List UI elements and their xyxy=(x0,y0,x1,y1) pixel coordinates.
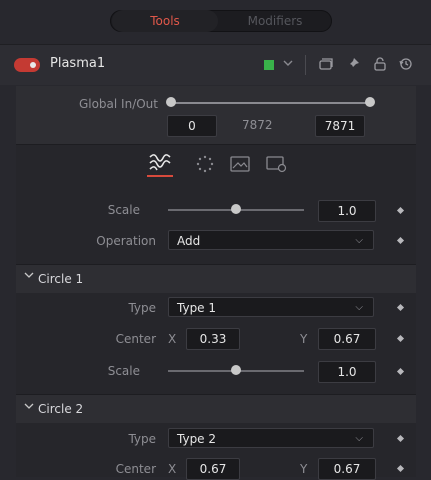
global-inout-range-track[interactable] xyxy=(171,102,371,104)
toggle-dot xyxy=(30,62,36,68)
image-icon[interactable] xyxy=(230,155,250,176)
chevron-down-icon: ⌵ xyxy=(355,235,363,246)
circle2-center-label: Center xyxy=(115,462,156,476)
circle2-section-header[interactable]: Circle 2 xyxy=(16,394,416,423)
circle1-y-field[interactable]: 0.67 xyxy=(318,328,376,350)
tab-modifiers[interactable]: Modifiers xyxy=(222,10,328,32)
tab-tools[interactable]: Tools xyxy=(112,10,218,32)
global-in-handle[interactable] xyxy=(166,97,176,107)
global-in-field[interactable]: 0 xyxy=(167,115,217,137)
lock-icon[interactable] xyxy=(372,56,388,76)
reset-icon[interactable] xyxy=(398,56,414,76)
circle1-type-value: Type 1 xyxy=(177,301,217,315)
node-name: Plasma1 xyxy=(50,56,106,71)
chevron-down-icon: ⌵ xyxy=(355,433,363,444)
scale-field[interactable]: 1.0 xyxy=(318,200,376,222)
circle1-x-field[interactable]: 0.33 xyxy=(186,328,240,350)
circle1-section-header[interactable]: Circle 1 xyxy=(16,264,416,293)
operation-value: Add xyxy=(177,234,201,248)
global-inout-section: Global In/Out 0 7872 7871 xyxy=(16,86,416,145)
scale-slider-handle[interactable] xyxy=(231,204,241,214)
circle2-x-label: X xyxy=(168,462,177,476)
circle1-scale-field[interactable]: 1.0 xyxy=(318,361,376,383)
circle2-title: Circle 2 xyxy=(38,402,84,416)
collapse-chevron-icon[interactable] xyxy=(24,270,34,283)
tool-tabs: Tools Modifiers xyxy=(110,10,332,32)
tab-bar: Tools Modifiers xyxy=(0,0,431,42)
global-center-value: 7872 xyxy=(242,118,273,132)
circle1-y-label: Y xyxy=(300,332,308,346)
global-inout-label: Global In/Out xyxy=(78,97,158,111)
scale-label: Scale xyxy=(107,203,140,217)
node-header: Plasma1 xyxy=(0,44,431,85)
chevron-down-icon[interactable] xyxy=(282,57,294,72)
operation-dropdown[interactable]: Add ⌵ xyxy=(168,230,374,250)
settings-icon[interactable] xyxy=(266,155,288,176)
node-enable-toggle[interactable] xyxy=(14,58,40,72)
circle1-scale-label: Scale xyxy=(107,364,140,378)
header-divider xyxy=(305,55,306,75)
global-out-handle[interactable] xyxy=(365,97,375,107)
node-color-chip[interactable] xyxy=(264,60,274,70)
circle1-center-label: Center xyxy=(115,332,156,346)
circle1-x-label: X xyxy=(168,332,177,346)
circle2-type-dropdown[interactable]: Type 2 ⌵ xyxy=(168,428,374,448)
waves-icon[interactable] xyxy=(149,154,171,175)
operation-label: Operation xyxy=(96,234,156,248)
chevron-down-icon: ⌵ xyxy=(355,302,363,313)
circle2-y-label: Y xyxy=(300,462,308,476)
circle1-type-label: Type xyxy=(128,301,156,315)
circle2-type-value: Type 2 xyxy=(177,432,217,446)
collapse-chevron-icon[interactable] xyxy=(24,400,34,414)
circle1-scale-slider-handle[interactable] xyxy=(231,365,241,375)
dots-icon[interactable] xyxy=(196,155,214,176)
circle2-type-label: Type xyxy=(128,432,156,446)
global-out-field[interactable]: 7871 xyxy=(315,115,365,137)
circle1-type-dropdown[interactable]: Type 1 ⌵ xyxy=(168,297,374,317)
copy-icon[interactable] xyxy=(318,56,334,76)
active-tab-underline xyxy=(147,175,173,177)
pin-icon[interactable] xyxy=(345,56,361,76)
circle1-title: Circle 1 xyxy=(38,272,84,286)
inspector-icon-tabs xyxy=(16,144,416,192)
